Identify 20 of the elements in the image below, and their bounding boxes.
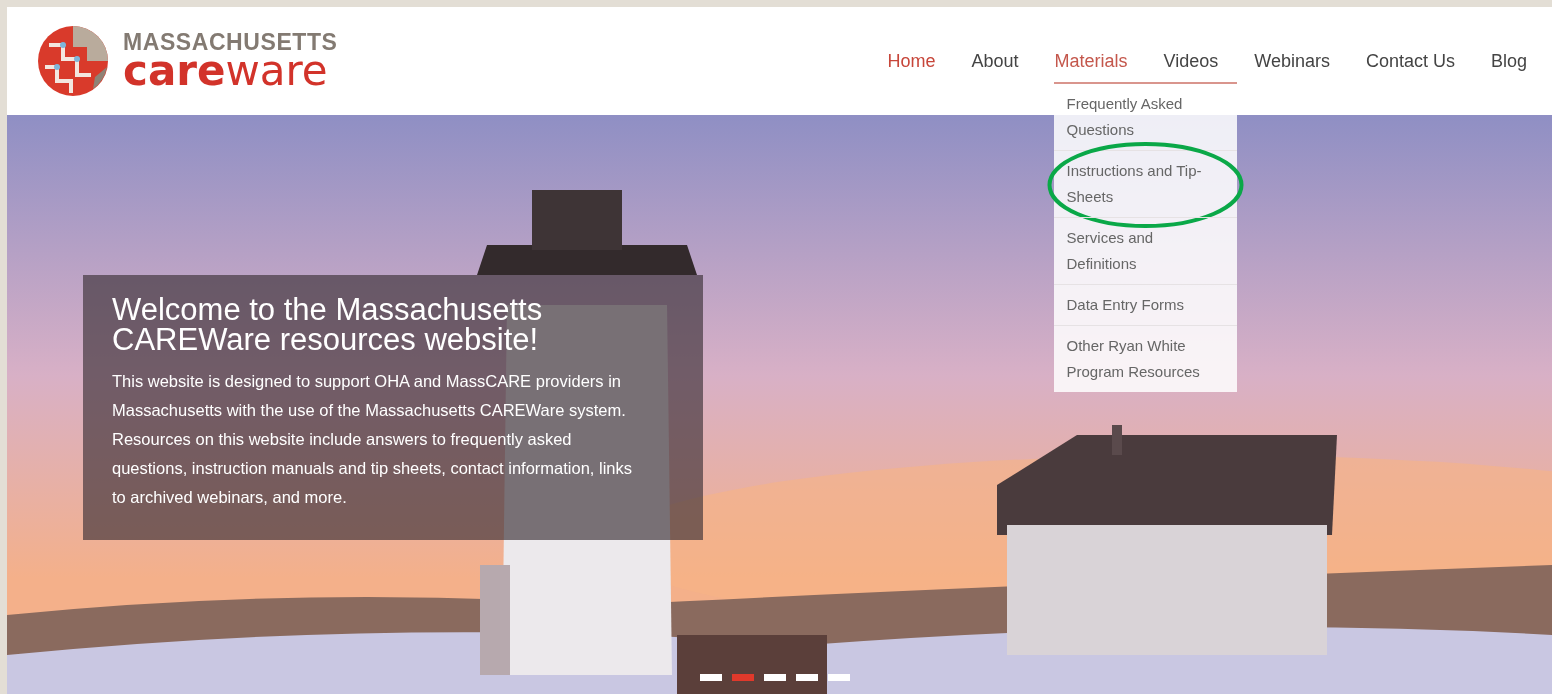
slide-indicator[interactable]	[732, 674, 754, 681]
nav-link[interactable]: About	[971, 50, 1019, 71]
nav-link[interactable]: Home	[887, 50, 936, 71]
slide-indicator[interactable]	[764, 674, 786, 681]
dropdown-item[interactable]: Other Ryan White Program Resources	[1066, 332, 1226, 385]
hero-title: Welcome to the Massachusetts CAREWare resources website!	[112, 295, 544, 355]
dropdown-item[interactable]: Data Entry Forms	[1066, 291, 1226, 318]
dropdown-item[interactable]: Services and Definitions	[1066, 224, 1226, 277]
nav-link[interactable]: Blog	[1490, 50, 1527, 71]
hero-text: This website is designed to support OHA and MassCARE providers in Massachusetts with the use of the Massachusetts CAREWare system. Resources on this website include answers to frequently asked questions, instruction manuals and tip sheets, contact information, links to archived webinars, and more.	[112, 371, 634, 508]
slide-indicator[interactable]	[796, 674, 818, 681]
nav-link[interactable]: Materials	[1054, 50, 1128, 71]
dropdown-item[interactable]: Frequently Asked Questions	[1066, 90, 1226, 143]
slide-indicator[interactable]	[700, 674, 722, 681]
logo-icon	[37, 25, 109, 97]
slide-indicator[interactable]	[828, 674, 850, 681]
nav-link[interactable]: Webinars	[1254, 50, 1330, 71]
dropdown-item[interactable]: Instructions and Tip-Sheets	[1066, 157, 1226, 210]
nav-link[interactable]: Videos	[1163, 50, 1219, 71]
nav-link[interactable]: Contact Us	[1365, 50, 1455, 71]
